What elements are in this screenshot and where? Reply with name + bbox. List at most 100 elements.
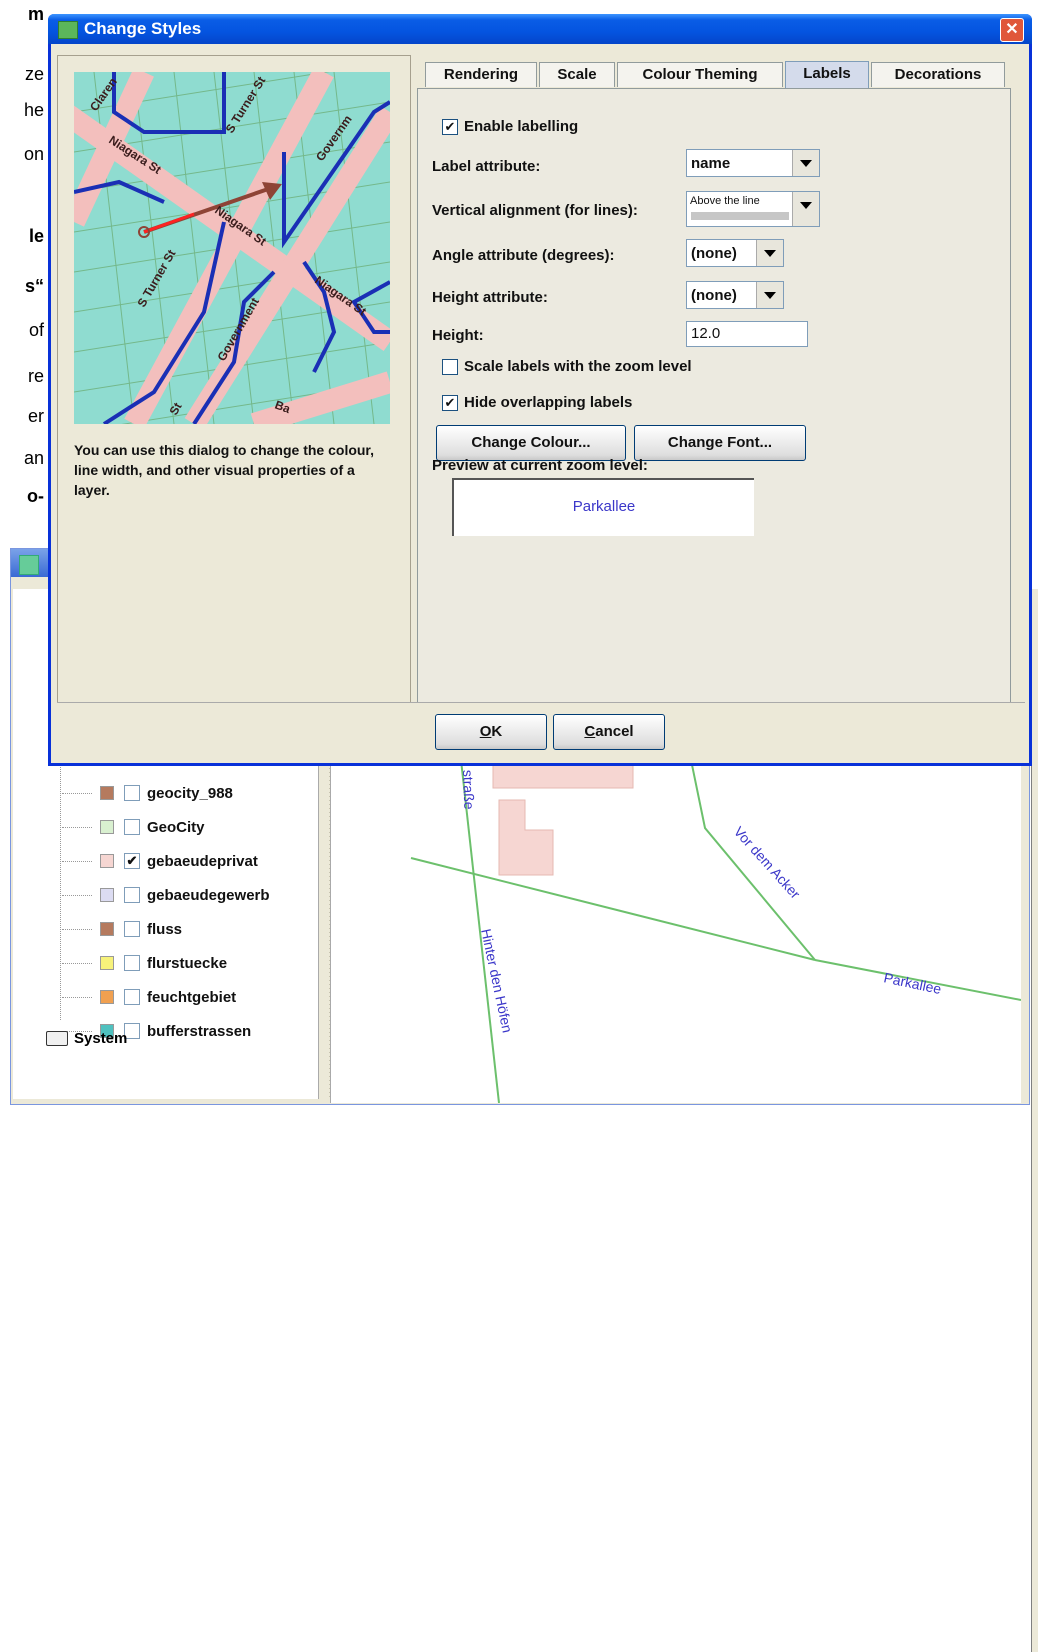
angle-attribute-label: Angle attribute (degrees): (432, 247, 615, 264)
scale-labels-label: Scale labels with the zoom level (464, 358, 692, 375)
vertical-scrollbar[interactable] (1031, 589, 1038, 1652)
street-line (690, 759, 816, 961)
tree-connector (62, 860, 92, 862)
layer-visibility-checkbox[interactable] (124, 989, 140, 1005)
vertical-alignment-select[interactable]: Above the line (686, 191, 820, 227)
layer-color-swatch (100, 888, 114, 902)
height-label: Height: (432, 327, 484, 344)
layer-name: gebaeudeprivat (147, 852, 258, 870)
tab-labels[interactable]: Labels (785, 61, 869, 88)
tree-connector (62, 792, 92, 794)
layer-tree-item[interactable]: fluss (62, 918, 182, 940)
vertical-alignment-value: Above the line (690, 195, 760, 207)
layer-name: GeoCity (147, 818, 205, 836)
chevron-down-icon[interactable] (792, 150, 819, 176)
layer-visibility-checkbox[interactable] (124, 955, 140, 971)
label-preview-box: Parkallee (452, 478, 754, 536)
background-text-line: ze (24, 64, 44, 84)
chevron-down-icon[interactable] (756, 282, 783, 308)
tree-connector (62, 928, 92, 930)
tree-node-system[interactable]: System (46, 1030, 127, 1047)
enable-labelling-label: Enable labelling (464, 118, 579, 135)
tree-connector (62, 962, 92, 964)
building-shape (498, 799, 554, 876)
tree-connector (62, 826, 92, 828)
change-colour-button[interactable]: Change Colour... (436, 425, 626, 461)
background-text-line: o- (27, 486, 44, 506)
layer-name: bufferstrassen (147, 1022, 252, 1040)
layer-tree-item[interactable]: geocity_988 (62, 782, 233, 804)
label-attribute-select[interactable]: name (686, 149, 820, 177)
street-line (410, 857, 816, 961)
dialog-info-panel: Claren S Turner St Niagara St Governm Ni… (57, 55, 411, 703)
layer-color-swatch (100, 922, 114, 936)
background-text-line: s“ (24, 276, 44, 296)
layer-visibility-checkbox[interactable]: ✔ (124, 853, 140, 869)
dialog-separator (57, 702, 1025, 703)
cancel-button[interactable]: Cancel (553, 714, 665, 750)
tab-colour-theming[interactable]: Colour Theming (617, 62, 783, 87)
layer-name: geocity_988 (147, 784, 233, 802)
height-attribute-value: (none) (691, 287, 737, 304)
background-document-text: m ze he on le s“ of re er an o- (0, 0, 52, 520)
layer-tree-item[interactable]: feuchtgebiet (62, 986, 236, 1008)
layer-name: flurstuecke (147, 954, 228, 972)
chevron-down-icon[interactable] (756, 240, 783, 266)
background-text-line: an (23, 448, 44, 468)
close-button[interactable]: ✕ (1000, 18, 1024, 42)
ok-button[interactable]: OK (435, 714, 547, 750)
background-text-line: m (27, 4, 44, 24)
tab-decorations[interactable]: Decorations (871, 62, 1005, 87)
alignment-preview-line (691, 212, 789, 220)
ok-label-rest: K (491, 723, 503, 740)
background-text-line: on (23, 144, 44, 164)
cancel-mnemonic: C (584, 723, 596, 740)
scale-labels-checkbox[interactable] (442, 359, 458, 375)
layer-tree-item[interactable]: gebaeudegewerb (62, 884, 270, 906)
preview-label: Preview at current zoom level: (432, 457, 648, 474)
layer-color-swatch (100, 956, 114, 970)
hide-overlapping-checkbox[interactable]: ✔ (442, 395, 458, 411)
layer-color-swatch (100, 854, 114, 868)
layer-color-swatch (100, 820, 114, 834)
dialog-description: You can use this dialog to change the co… (74, 442, 375, 498)
dialog-title: Change Styles (84, 19, 202, 38)
labels-tab-panel: ✔ Enable labelling Label attribute: name… (417, 88, 1011, 703)
layer-tree-item[interactable]: GeoCity (62, 816, 205, 838)
layer-tree-item[interactable]: flurstuecke (62, 952, 227, 974)
tab-rendering[interactable]: Rendering (425, 62, 537, 87)
chevron-down-icon[interactable] (792, 192, 819, 226)
label-attribute-label: Label attribute: (432, 158, 541, 175)
layer-visibility-checkbox[interactable] (124, 921, 140, 937)
cancel-label-rest: ancel (595, 723, 634, 740)
dialog-titlebar[interactable]: Change Styles ✕ (48, 14, 1032, 44)
layer-visibility-checkbox[interactable] (124, 887, 140, 903)
background-text-line: er (27, 406, 44, 426)
layer-tree-item[interactable]: ✔ gebaeudeprivat (62, 850, 258, 872)
map-canvas: straße Vor dem Acker Hinter den Höfen Pa… (410, 759, 1022, 1104)
height-attribute-label: Height attribute: (432, 289, 548, 306)
map-street-label: Parkallee (882, 969, 943, 997)
angle-attribute-value: (none) (691, 245, 737, 262)
layer-visibility-checkbox[interactable] (124, 819, 140, 835)
vertical-alignment-label: Vertical alignment (for lines): (432, 202, 638, 219)
tree-connector (62, 894, 92, 896)
angle-attribute-select[interactable]: (none) (686, 239, 784, 267)
height-input[interactable]: 12.0 (686, 321, 808, 347)
hide-overlapping-label: Hide overlapping labels (464, 394, 633, 411)
background-text-line: re (27, 366, 44, 386)
enable-labelling-checkbox[interactable]: ✔ (442, 119, 458, 135)
app-icon (58, 21, 78, 39)
change-styles-dialog: Change Styles ✕ Claren S Turner St Niaga… (48, 14, 1032, 766)
map-view[interactable]: straße Vor dem Acker Hinter den Höfen Pa… (330, 759, 1022, 1104)
system-label: System (74, 1030, 128, 1047)
sample-map: Claren S Turner St Niagara St Governm Ni… (74, 72, 390, 424)
background-text-line: le (28, 226, 44, 246)
tab-scale[interactable]: Scale (539, 62, 615, 87)
layer-color-swatch (100, 786, 114, 800)
change-font-button[interactable]: Change Font... (634, 425, 806, 461)
folder-icon (46, 1031, 68, 1046)
layer-visibility-checkbox[interactable] (124, 785, 140, 801)
height-attribute-select[interactable]: (none) (686, 281, 784, 309)
preview-text: Parkallee (572, 498, 636, 515)
